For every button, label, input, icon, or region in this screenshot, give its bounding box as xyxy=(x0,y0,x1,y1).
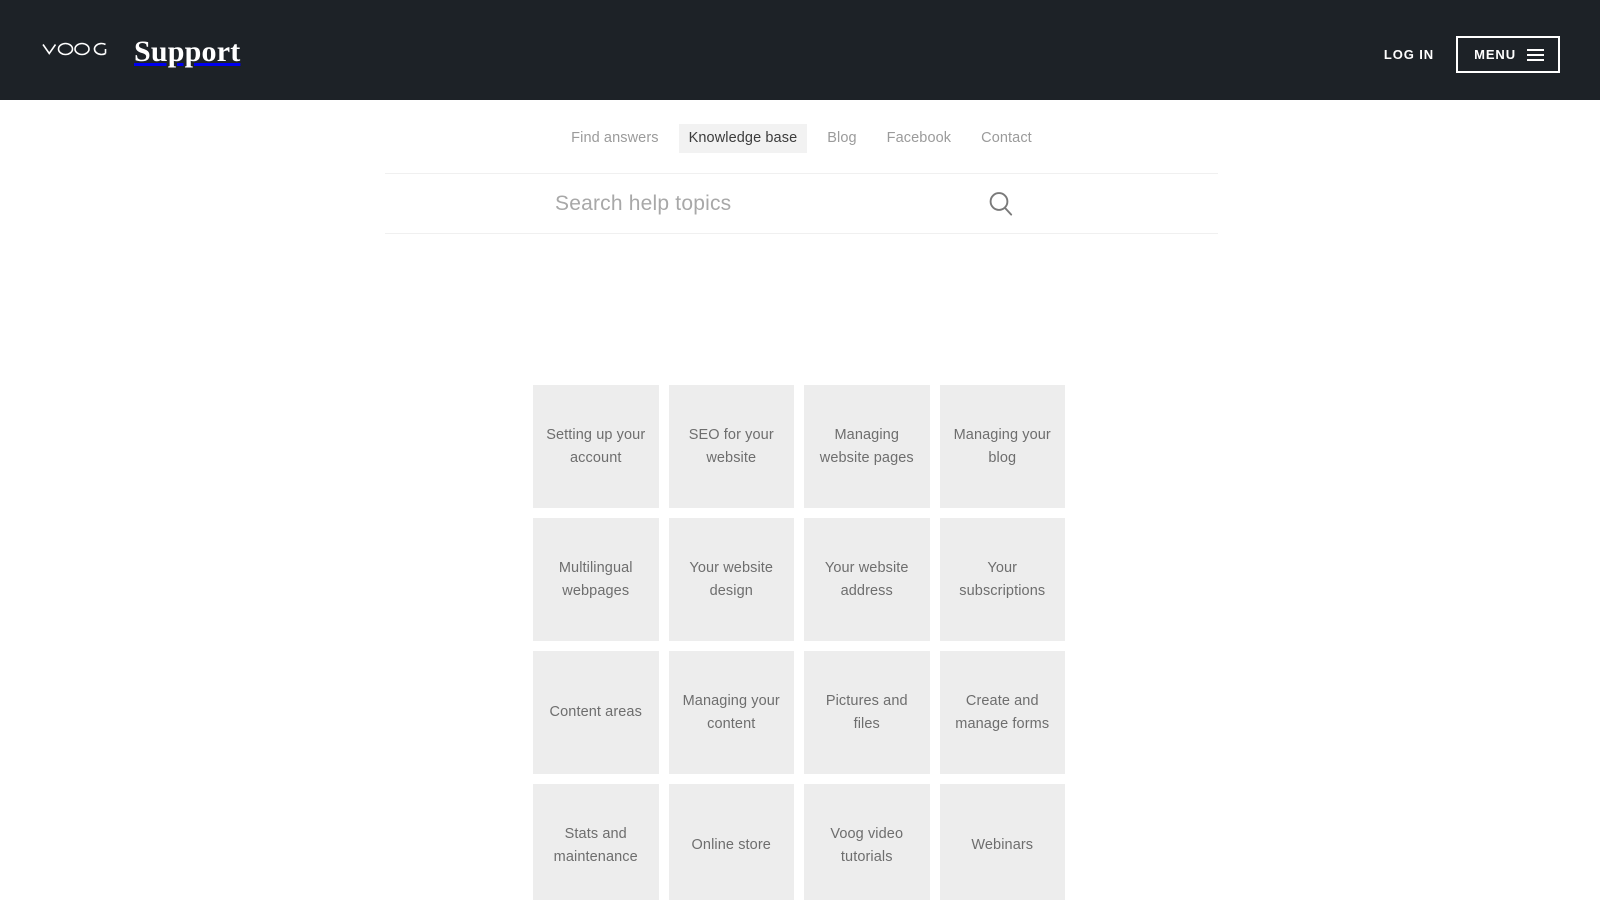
topic-tile[interactable]: SEO for your website xyxy=(668,385,794,508)
tab-knowledge-base[interactable]: Knowledge base xyxy=(678,123,808,154)
menu-button-label: MENU xyxy=(1474,47,1516,62)
knowledge-base-topics-grid: Setting up your account SEO for your web… xyxy=(533,385,1065,900)
topic-tile[interactable]: Managing your content xyxy=(668,651,794,774)
topic-tile-label: Setting up your account xyxy=(546,427,646,466)
topic-tile[interactable]: Online store xyxy=(668,784,794,900)
voog-wordmark-logo xyxy=(42,38,116,60)
topic-tile[interactable]: Managing website pages xyxy=(804,385,930,508)
log-in-link[interactable]: LOG IN xyxy=(1384,48,1434,61)
topic-tile-label: Create and manage forms xyxy=(955,693,1050,732)
search-input[interactable] xyxy=(555,191,1155,216)
menu-button[interactable]: MENU xyxy=(1456,36,1560,73)
topic-tile[interactable]: Your website design xyxy=(668,518,794,641)
brand-home-link[interactable]: Support xyxy=(42,34,240,68)
topic-tile-label: Managing your content xyxy=(682,693,780,732)
search-icon[interactable] xyxy=(987,190,1015,218)
site-header: Support LOG IN MENU xyxy=(0,0,1600,100)
tab-blog[interactable]: Blog xyxy=(817,124,866,153)
topic-tile-label: Voog video tutorials xyxy=(830,826,904,865)
topic-tile[interactable]: Your website address xyxy=(804,518,930,641)
topic-tile-label: Your website address xyxy=(824,560,909,599)
topic-tile[interactable]: Your subscriptions xyxy=(939,518,1065,641)
topic-tile[interactable]: Multilingual webpages xyxy=(533,518,659,641)
topic-tile-label: Stats and maintenance xyxy=(553,826,638,865)
topic-tile[interactable]: Stats and maintenance xyxy=(533,784,659,900)
topic-tile-label: SEO for your website xyxy=(688,427,774,466)
topic-tile-label: Your website design xyxy=(689,560,774,599)
topic-tile-label: Content areas xyxy=(549,704,642,721)
topic-tile[interactable]: Content areas xyxy=(533,651,659,774)
topic-tile-label: Managing your blog xyxy=(953,427,1051,466)
header-actions: LOG IN MENU xyxy=(1384,36,1560,73)
tab-find-answers[interactable]: Find answers xyxy=(561,124,668,153)
topic-tile-label: Multilingual webpages xyxy=(558,560,633,599)
topic-tile[interactable]: Voog video tutorials xyxy=(804,784,930,900)
tab-contact[interactable]: Contact xyxy=(971,124,1042,153)
topic-tile-label: Your subscriptions xyxy=(959,560,1046,599)
hamburger-icon xyxy=(1527,48,1544,61)
content-column: Find answers Knowledge base Blog Faceboo… xyxy=(385,100,1218,900)
tab-facebook[interactable]: Facebook xyxy=(877,124,961,153)
topic-tile[interactable]: Webinars xyxy=(939,784,1065,900)
topic-tile[interactable]: Managing your blog xyxy=(939,385,1065,508)
topic-tile-label: Managing website pages xyxy=(819,427,914,466)
topic-tile-label: Pictures and files xyxy=(825,693,908,732)
topic-tile[interactable]: Create and manage forms xyxy=(939,651,1065,774)
topic-tile-label: Webinars xyxy=(971,837,1034,854)
topic-tile[interactable]: Pictures and files xyxy=(804,651,930,774)
page-body: Find answers Knowledge base Blog Faceboo… xyxy=(0,100,1600,900)
topic-tile[interactable]: Setting up your account xyxy=(533,385,659,508)
search-bar xyxy=(385,173,1218,234)
support-nav-tabs: Find answers Knowledge base Blog Faceboo… xyxy=(385,100,1218,154)
brand-title: Support xyxy=(134,35,241,68)
topic-tile-label: Online store xyxy=(691,837,771,854)
